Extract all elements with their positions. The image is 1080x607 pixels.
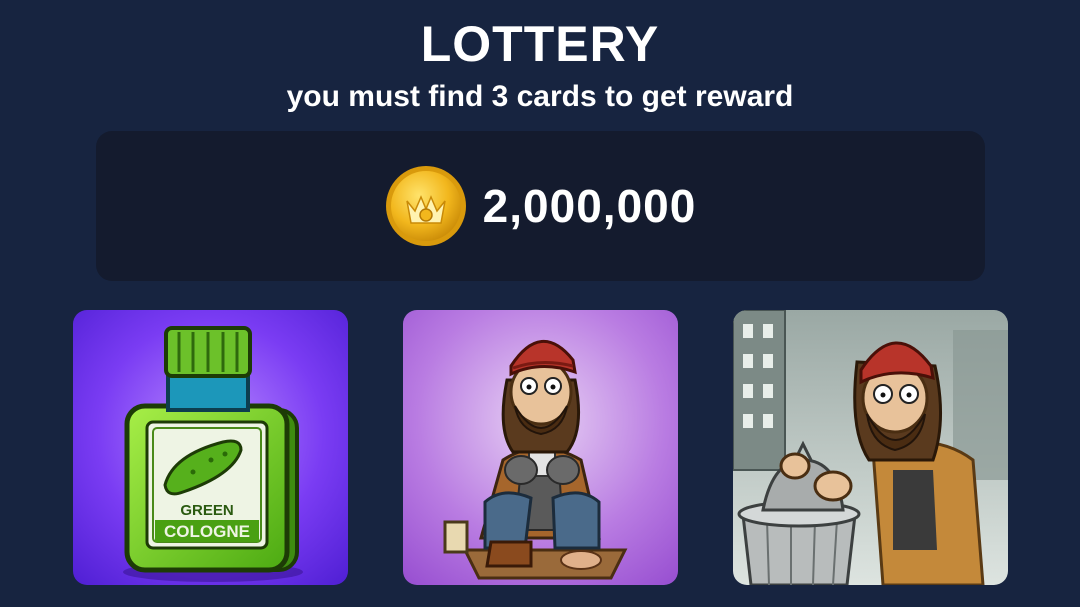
reward-amount: 2,000,000 [482, 180, 697, 232]
cologne-label-line2: COLOGNE [164, 522, 250, 541]
card-homeless-man-phone[interactable] [403, 310, 678, 585]
lottery-screen: LOTTERY you must find 3 cards to get rew… [0, 0, 1080, 607]
green-cologne-image: GREEN COLOGNE [73, 310, 348, 585]
card-homeless-man-trash[interactable] [733, 310, 1008, 585]
page-subtitle: you must find 3 cards to get reward [286, 80, 794, 113]
homeless-man-phone-image [403, 310, 678, 585]
cologne-label-line1: GREEN [180, 502, 233, 519]
reward-panel: 2,000,000 [96, 131, 985, 281]
homeless-man-trash-image [733, 310, 1008, 585]
gold-coin-icon [385, 166, 466, 246]
page-title: LOTTERY [420, 16, 660, 72]
card-green-cologne[interactable]: GREEN COLOGNE [73, 310, 348, 585]
